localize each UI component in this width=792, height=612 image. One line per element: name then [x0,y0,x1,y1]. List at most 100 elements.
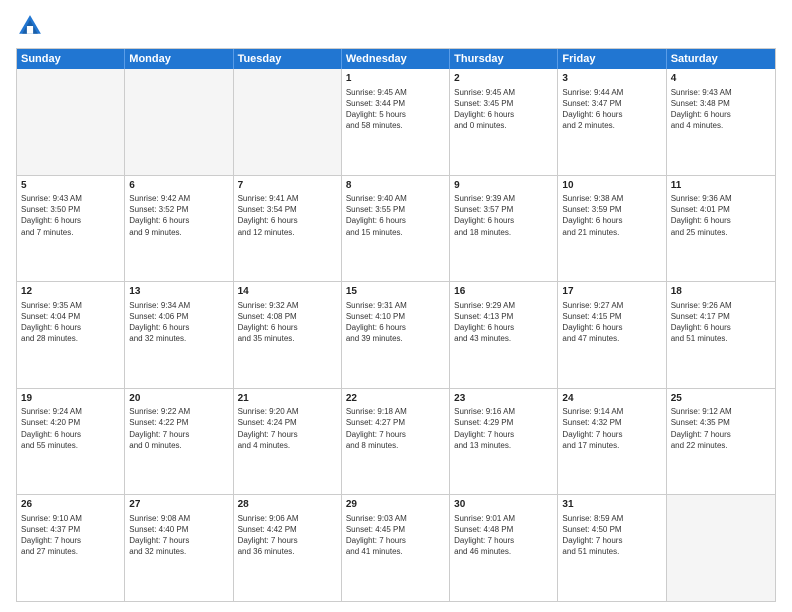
calendar-cell-day-16: 16Sunrise: 9:29 AM Sunset: 4:13 PM Dayli… [450,282,558,388]
logo-icon [16,12,44,40]
day-info: Sunrise: 9:44 AM Sunset: 3:47 PM Dayligh… [562,87,661,132]
calendar-cell-day-17: 17Sunrise: 9:27 AM Sunset: 4:15 PM Dayli… [558,282,666,388]
day-info: Sunrise: 9:27 AM Sunset: 4:15 PM Dayligh… [562,300,661,345]
day-info: Sunrise: 9:32 AM Sunset: 4:08 PM Dayligh… [238,300,337,345]
day-number: 25 [671,392,771,406]
calendar-cell-day-30: 30Sunrise: 9:01 AM Sunset: 4:48 PM Dayli… [450,495,558,601]
calendar-cell-day-1: 1Sunrise: 9:45 AM Sunset: 3:44 PM Daylig… [342,69,450,175]
weekday-header-thursday: Thursday [450,49,558,69]
day-number: 12 [21,285,120,299]
calendar-cell-day-29: 29Sunrise: 9:03 AM Sunset: 4:45 PM Dayli… [342,495,450,601]
calendar-cell-empty [125,69,233,175]
day-info: Sunrise: 9:35 AM Sunset: 4:04 PM Dayligh… [21,300,120,345]
calendar-cell-day-4: 4Sunrise: 9:43 AM Sunset: 3:48 PM Daylig… [667,69,775,175]
day-info: Sunrise: 9:08 AM Sunset: 4:40 PM Dayligh… [129,513,228,558]
day-number: 14 [238,285,337,299]
calendar-cell-day-23: 23Sunrise: 9:16 AM Sunset: 4:29 PM Dayli… [450,389,558,495]
calendar-cell-day-9: 9Sunrise: 9:39 AM Sunset: 3:57 PM Daylig… [450,176,558,282]
day-info: Sunrise: 9:20 AM Sunset: 4:24 PM Dayligh… [238,406,337,451]
calendar-cell-day-7: 7Sunrise: 9:41 AM Sunset: 3:54 PM Daylig… [234,176,342,282]
day-number: 17 [562,285,661,299]
calendar-cell-day-24: 24Sunrise: 9:14 AM Sunset: 4:32 PM Dayli… [558,389,666,495]
day-number: 30 [454,498,553,512]
day-info: Sunrise: 9:42 AM Sunset: 3:52 PM Dayligh… [129,193,228,238]
day-number: 31 [562,498,661,512]
calendar-cell-day-11: 11Sunrise: 9:36 AM Sunset: 4:01 PM Dayli… [667,176,775,282]
weekday-header-wednesday: Wednesday [342,49,450,69]
day-info: Sunrise: 9:24 AM Sunset: 4:20 PM Dayligh… [21,406,120,451]
day-number: 26 [21,498,120,512]
day-info: Sunrise: 9:34 AM Sunset: 4:06 PM Dayligh… [129,300,228,345]
calendar-cell-day-14: 14Sunrise: 9:32 AM Sunset: 4:08 PM Dayli… [234,282,342,388]
day-number: 20 [129,392,228,406]
day-info: Sunrise: 9:16 AM Sunset: 4:29 PM Dayligh… [454,406,553,451]
weekday-header-tuesday: Tuesday [234,49,342,69]
calendar-cell-empty [17,69,125,175]
day-number: 3 [562,72,661,86]
calendar-row-2: 12Sunrise: 9:35 AM Sunset: 4:04 PM Dayli… [17,281,775,388]
day-info: Sunrise: 9:01 AM Sunset: 4:48 PM Dayligh… [454,513,553,558]
day-number: 7 [238,179,337,193]
calendar-cell-day-28: 28Sunrise: 9:06 AM Sunset: 4:42 PM Dayli… [234,495,342,601]
weekday-header-saturday: Saturday [667,49,775,69]
day-info: Sunrise: 9:22 AM Sunset: 4:22 PM Dayligh… [129,406,228,451]
calendar-cell-day-8: 8Sunrise: 9:40 AM Sunset: 3:55 PM Daylig… [342,176,450,282]
day-number: 5 [21,179,120,193]
day-info: Sunrise: 9:10 AM Sunset: 4:37 PM Dayligh… [21,513,120,558]
weekday-header-monday: Monday [125,49,233,69]
day-info: Sunrise: 9:36 AM Sunset: 4:01 PM Dayligh… [671,193,771,238]
day-number: 23 [454,392,553,406]
calendar-cell-day-25: 25Sunrise: 9:12 AM Sunset: 4:35 PM Dayli… [667,389,775,495]
weekday-header-friday: Friday [558,49,666,69]
day-info: Sunrise: 9:43 AM Sunset: 3:48 PM Dayligh… [671,87,771,132]
calendar-cell-day-13: 13Sunrise: 9:34 AM Sunset: 4:06 PM Dayli… [125,282,233,388]
day-info: Sunrise: 9:45 AM Sunset: 3:45 PM Dayligh… [454,87,553,132]
day-info: Sunrise: 8:59 AM Sunset: 4:50 PM Dayligh… [562,513,661,558]
day-number: 29 [346,498,445,512]
day-number: 9 [454,179,553,193]
calendar-cell-empty [234,69,342,175]
day-info: Sunrise: 9:45 AM Sunset: 3:44 PM Dayligh… [346,87,445,132]
day-info: Sunrise: 9:12 AM Sunset: 4:35 PM Dayligh… [671,406,771,451]
calendar-cell-day-5: 5Sunrise: 9:43 AM Sunset: 3:50 PM Daylig… [17,176,125,282]
day-number: 18 [671,285,771,299]
day-number: 22 [346,392,445,406]
day-info: Sunrise: 9:41 AM Sunset: 3:54 PM Dayligh… [238,193,337,238]
calendar-header: SundayMondayTuesdayWednesdayThursdayFrid… [17,49,775,69]
calendar-cell-empty [667,495,775,601]
day-info: Sunrise: 9:03 AM Sunset: 4:45 PM Dayligh… [346,513,445,558]
day-info: Sunrise: 9:26 AM Sunset: 4:17 PM Dayligh… [671,300,771,345]
calendar: SundayMondayTuesdayWednesdayThursdayFrid… [16,48,776,602]
calendar-row-3: 19Sunrise: 9:24 AM Sunset: 4:20 PM Dayli… [17,388,775,495]
calendar-cell-day-18: 18Sunrise: 9:26 AM Sunset: 4:17 PM Dayli… [667,282,775,388]
day-info: Sunrise: 9:18 AM Sunset: 4:27 PM Dayligh… [346,406,445,451]
day-number: 13 [129,285,228,299]
calendar-cell-day-22: 22Sunrise: 9:18 AM Sunset: 4:27 PM Dayli… [342,389,450,495]
day-info: Sunrise: 9:39 AM Sunset: 3:57 PM Dayligh… [454,193,553,238]
calendar-cell-day-12: 12Sunrise: 9:35 AM Sunset: 4:04 PM Dayli… [17,282,125,388]
day-number: 2 [454,72,553,86]
day-number: 24 [562,392,661,406]
day-info: Sunrise: 9:43 AM Sunset: 3:50 PM Dayligh… [21,193,120,238]
day-number: 15 [346,285,445,299]
day-number: 10 [562,179,661,193]
calendar-body: 1Sunrise: 9:45 AM Sunset: 3:44 PM Daylig… [17,69,775,601]
calendar-cell-day-31: 31Sunrise: 8:59 AM Sunset: 4:50 PM Dayli… [558,495,666,601]
calendar-cell-day-10: 10Sunrise: 9:38 AM Sunset: 3:59 PM Dayli… [558,176,666,282]
calendar-row-1: 5Sunrise: 9:43 AM Sunset: 3:50 PM Daylig… [17,175,775,282]
day-number: 6 [129,179,228,193]
logo [16,12,48,40]
day-number: 4 [671,72,771,86]
calendar-cell-day-20: 20Sunrise: 9:22 AM Sunset: 4:22 PM Dayli… [125,389,233,495]
day-number: 19 [21,392,120,406]
calendar-cell-day-3: 3Sunrise: 9:44 AM Sunset: 3:47 PM Daylig… [558,69,666,175]
calendar-cell-day-6: 6Sunrise: 9:42 AM Sunset: 3:52 PM Daylig… [125,176,233,282]
calendar-cell-day-26: 26Sunrise: 9:10 AM Sunset: 4:37 PM Dayli… [17,495,125,601]
day-number: 8 [346,179,445,193]
day-info: Sunrise: 9:40 AM Sunset: 3:55 PM Dayligh… [346,193,445,238]
day-number: 16 [454,285,553,299]
day-number: 1 [346,72,445,86]
day-info: Sunrise: 9:29 AM Sunset: 4:13 PM Dayligh… [454,300,553,345]
calendar-cell-day-27: 27Sunrise: 9:08 AM Sunset: 4:40 PM Dayli… [125,495,233,601]
day-number: 11 [671,179,771,193]
